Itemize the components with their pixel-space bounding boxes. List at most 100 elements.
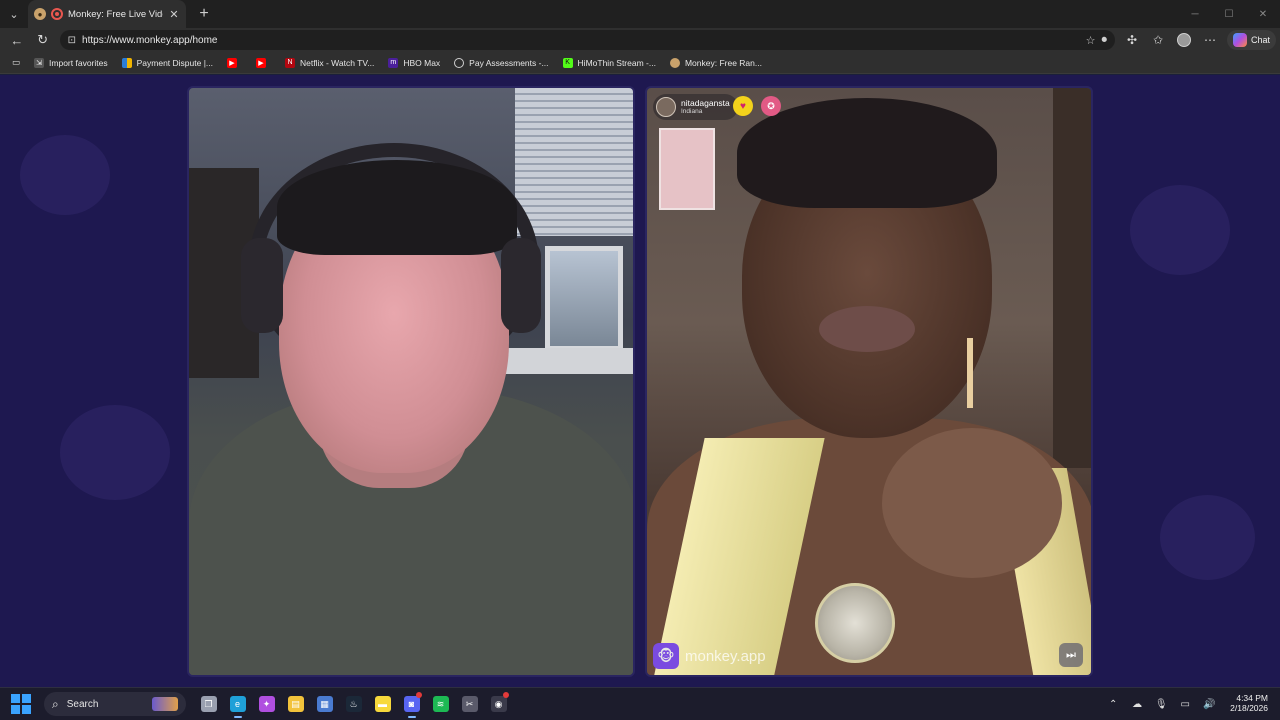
heart-icon: ♥ <box>740 100 746 112</box>
taskbar-app[interactable]: ▦ <box>310 689 339 719</box>
lips <box>819 306 915 352</box>
taskbar-app[interactable]: ≋ <box>426 689 455 719</box>
monkey-icon <box>669 57 680 68</box>
user-info: nitadagansta Indiana <box>681 99 730 115</box>
chevron-up-icon[interactable]: ⌃ <box>1102 699 1124 710</box>
remote-video: nitadagansta Indiana ♥ ✪ 🐵 monkey.app ⏭ <box>645 86 1093 677</box>
like-button[interactable]: ♥ <box>733 96 753 116</box>
navigation-bar: ← ↻ ⊡ https://www.monkey.app/home ☆ ⏺ ✣ … <box>0 28 1280 52</box>
steam-icon: ♨ <box>345 696 362 712</box>
background-decoration <box>60 405 170 500</box>
network-icon[interactable]: ▭ <box>1174 699 1196 710</box>
refresh-icon: ↻ <box>37 32 49 47</box>
bookmark-item[interactable]: K HiMoThin Stream -... <box>557 54 662 72</box>
window-controls: ─ ☐ ✕ <box>1178 0 1280 28</box>
kick-icon: K <box>562 57 573 68</box>
bookmark-item[interactable]: Monkey: Free Ran... <box>664 54 768 72</box>
favorites-button[interactable]: ✩ <box>1145 29 1171 51</box>
collections-button[interactable]: ▭ <box>6 54 26 72</box>
taskbar-app[interactable]: ◉ <box>484 689 513 719</box>
taskbar-app[interactable]: ▬ <box>368 689 397 719</box>
local-video <box>187 86 635 677</box>
bookmark-item[interactable]: ⇲ Import favorites <box>28 54 114 72</box>
close-window-button[interactable]: ✕ <box>1246 0 1280 28</box>
volume-icon[interactable]: 🔊 <box>1198 699 1220 710</box>
close-tab-icon[interactable]: ✕ <box>168 8 180 21</box>
bookmark-item[interactable]: ▶ <box>250 54 277 72</box>
avatar <box>1176 33 1191 47</box>
file-explorer-icon: ▤ <box>287 696 304 712</box>
snipping-tool-icon: ✂ <box>461 696 478 712</box>
more-icon: ⋯ <box>1203 33 1216 47</box>
cloud-icon[interactable]: ☁ <box>1126 699 1148 710</box>
tab-list-button[interactable]: ⌄ <box>0 0 28 28</box>
user-location: Indiana <box>681 107 703 115</box>
hand <box>882 428 1062 578</box>
back-button[interactable]: ← <box>4 29 30 51</box>
hair <box>277 160 517 255</box>
chevron-down-icon: ⌄ <box>9 8 19 21</box>
start-button[interactable] <box>10 693 32 715</box>
wall-art <box>659 128 715 210</box>
gift-button[interactable]: ✪ <box>761 96 781 116</box>
bookmark-item[interactable]: Pay Assessments -... <box>448 54 554 72</box>
windows-logo-icon <box>22 705 31 714</box>
taskbar-app[interactable]: e <box>223 689 252 719</box>
new-tab-button[interactable]: + <box>192 2 216 26</box>
taskbar-app[interactable]: ❐ <box>194 689 223 719</box>
bookmark-item[interactable]: m HBO Max <box>382 54 446 72</box>
more-menu-button[interactable]: ⋯ <box>1197 29 1223 51</box>
notification-badge <box>416 692 422 698</box>
clock[interactable]: 4:34 PM 2/18/2026 <box>1230 693 1268 714</box>
arrow-left-icon: ← <box>10 32 24 48</box>
tab-monkey[interactable]: ● Monkey: Free Live Video Chat ✕ <box>28 0 186 28</box>
watermark-text: monkey.app <box>685 647 766 665</box>
monkey-favicon-icon: ● <box>34 8 46 20</box>
camera-icon[interactable]: ⏺ <box>1101 34 1107 47</box>
door <box>1053 88 1091 468</box>
store-icon: ▦ <box>316 696 333 712</box>
task-view-icon: ❐ <box>200 696 217 712</box>
extensions-button[interactable]: ✣ <box>1119 29 1145 51</box>
favorite-star-icon[interactable]: ☆ <box>1086 34 1096 47</box>
profile-button[interactable] <box>1171 29 1197 51</box>
taskbar-app[interactable]: ✂ <box>455 689 484 719</box>
bookmark-item[interactable]: N Netflix - Watch TV... <box>279 54 380 72</box>
pinned-apps: ❐ e ✦ ▤ ▦ ♨ ▬ ◙ ≋ ✂ ◉ <box>194 689 513 719</box>
headset-earcup <box>501 238 541 333</box>
favorites-icon: ✩ <box>1152 33 1163 47</box>
copilot-chat-button[interactable]: Chat <box>1226 30 1276 50</box>
window-blinds <box>515 88 633 236</box>
address-bar[interactable]: ⊡ https://www.monkey.app/home ☆ ⏺ <box>59 30 1115 50</box>
background-decoration <box>20 135 110 215</box>
copilot-icon <box>1232 33 1247 47</box>
taskbar-app[interactable]: ◙ <box>397 689 426 719</box>
bookmark-item[interactable]: Payment Dispute |... <box>116 54 219 72</box>
minimize-button[interactable]: ─ <box>1178 0 1212 28</box>
background-decoration <box>1160 495 1255 580</box>
taskbar-search[interactable]: ⌕ Search <box>44 692 186 716</box>
payment-icon <box>121 57 132 68</box>
taskbar-app[interactable]: ✦ <box>252 689 281 719</box>
url-text[interactable]: https://www.monkey.app/home <box>82 35 1080 46</box>
maximize-button[interactable]: ☐ <box>1212 0 1246 28</box>
search-icon: ⌕ <box>52 696 59 711</box>
bookmark-item[interactable]: ▶ <box>221 54 248 72</box>
fast-forward-icon: ⏭ <box>1066 648 1076 661</box>
chat-label: Chat <box>1250 35 1270 45</box>
import-icon: ⇲ <box>34 57 45 68</box>
recording-icon <box>51 8 63 20</box>
taskbar-app[interactable]: ♨ <box>339 689 368 719</box>
taskbar-app[interactable]: ▤ <box>281 689 310 719</box>
windows-logo-icon <box>11 705 20 714</box>
puzzle-icon: ✣ <box>1126 33 1137 47</box>
refresh-button[interactable]: ↻ <box>30 29 56 51</box>
remote-user-badge[interactable]: nitadagansta Indiana <box>653 94 738 120</box>
skip-button[interactable]: ⏭ <box>1059 643 1083 667</box>
microphone-icon[interactable]: 🎙 <box>1150 699 1172 710</box>
notification-badge <box>503 692 509 698</box>
system-tray: ⌃ ☁ 🎙 ▭ 🔊 4:34 PM 2/18/2026 <box>1102 688 1280 720</box>
globe-icon <box>454 57 465 68</box>
avatar <box>656 97 676 117</box>
site-info-icon[interactable]: ⊡ <box>68 35 76 46</box>
